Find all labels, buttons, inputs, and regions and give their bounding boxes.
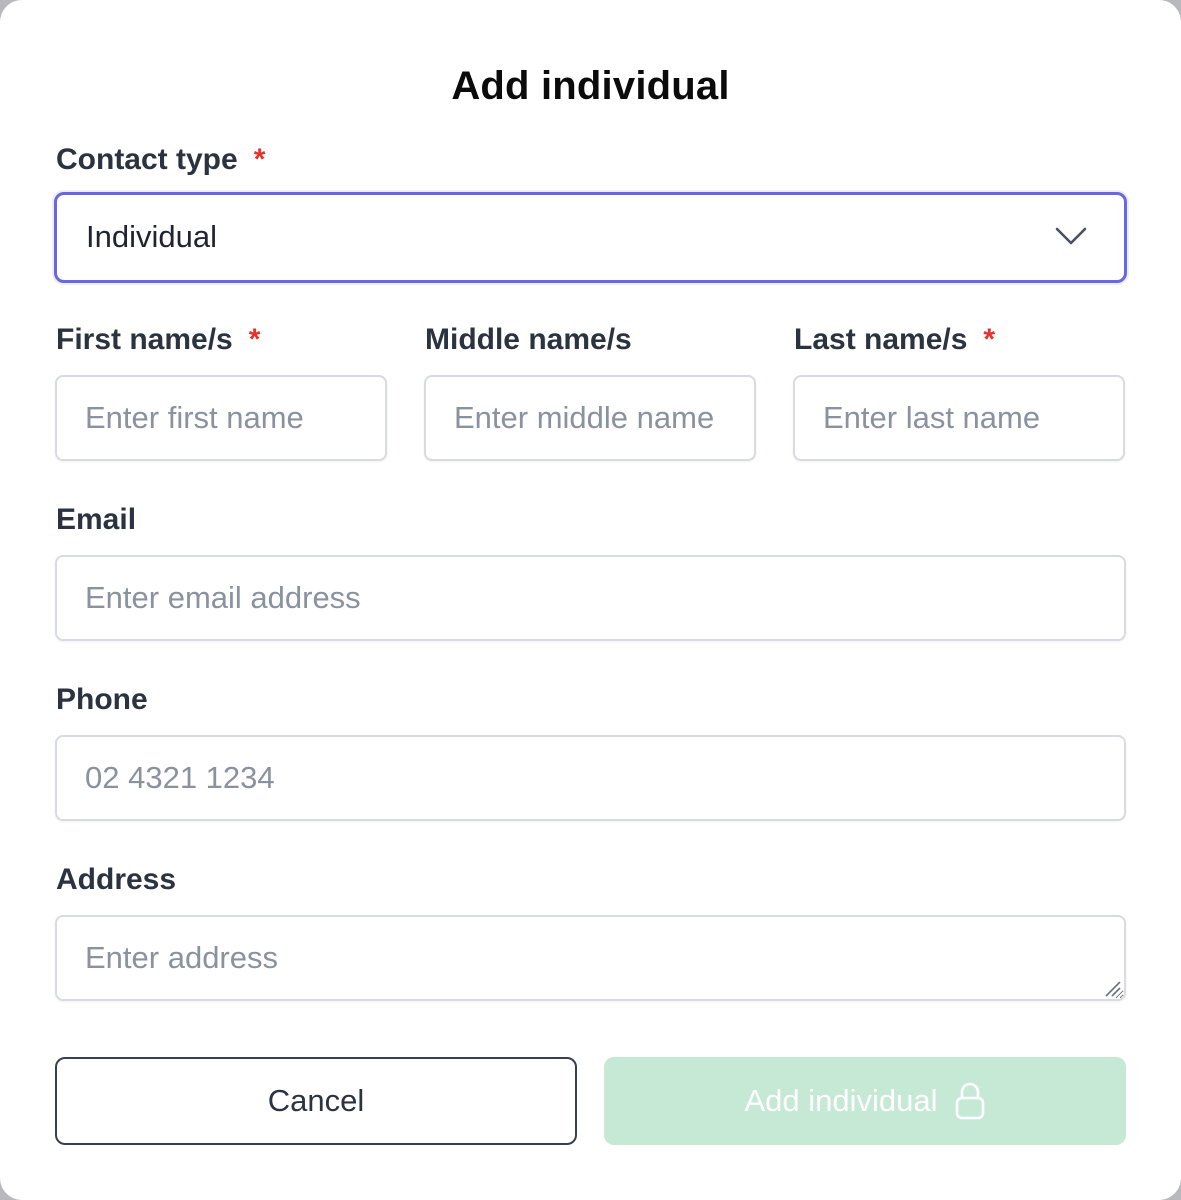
middle-name-label-text: Middle name/s — [425, 323, 632, 356]
required-asterisk: * — [983, 323, 996, 356]
address-textarea[interactable] — [55, 915, 1126, 1001]
required-asterisk: * — [248, 323, 261, 356]
lock-icon — [955, 1082, 984, 1120]
required-asterisk: * — [253, 143, 266, 176]
first-name-label-text: First name/s — [56, 323, 233, 356]
last-name-label: Last name/s * — [794, 323, 995, 357]
email-input[interactable] — [55, 555, 1126, 641]
dialog-title: Add individual — [451, 64, 730, 108]
contact-type-selected-value: Individual — [86, 219, 217, 254]
add-individual-button[interactable]: Add individual — [604, 1057, 1126, 1145]
last-name-label-text: Last name/s — [794, 323, 968, 356]
add-individual-dialog: Add individual Contact type * Individual … — [0, 0, 1181, 1200]
middle-name-input[interactable] — [424, 375, 756, 461]
resize-handle-icon[interactable] — [1102, 978, 1122, 998]
last-name-input[interactable] — [793, 375, 1125, 461]
phone-label-text: Phone — [56, 683, 148, 716]
email-label: Email — [56, 503, 136, 537]
address-label: Address — [56, 863, 176, 897]
cancel-button-label: Cancel — [267, 1083, 365, 1118]
email-label-text: Email — [56, 503, 137, 536]
chevron-down-icon — [1055, 227, 1087, 245]
contact-type-label: Contact type * — [56, 143, 265, 177]
cancel-button[interactable]: Cancel — [55, 1057, 577, 1145]
phone-label: Phone — [56, 683, 148, 717]
first-name-input[interactable] — [55, 375, 387, 461]
add-individual-button-label: Add individual — [744, 1083, 938, 1118]
phone-input[interactable] — [55, 735, 1126, 821]
address-label-text: Address — [56, 863, 177, 896]
contact-type-select[interactable]: Individual — [54, 192, 1127, 283]
middle-name-label: Middle name/s — [425, 323, 632, 357]
contact-type-label-text: Contact type — [56, 143, 238, 176]
first-name-label: First name/s * — [56, 323, 260, 357]
